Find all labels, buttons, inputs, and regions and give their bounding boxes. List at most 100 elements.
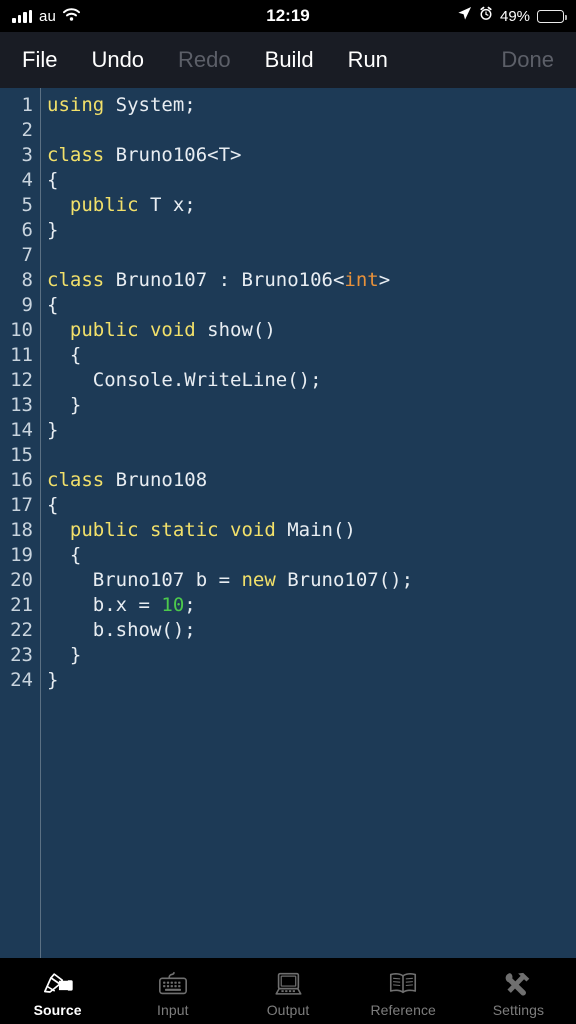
open-book-icon [387,969,419,999]
battery-icon [537,9,568,23]
status-bar-right: 49% [310,6,568,26]
code-line: public void show() [47,318,576,343]
code-token: 10 [161,594,185,616]
line-number: 19 [10,544,33,566]
code-token: public void [69,319,196,341]
code-editor[interactable]: 1 2 3 4 5 6 7 8 9 10 11 12 13 14 15 16 17 18 19 20 21 22 23 24 … [0,88,576,958]
app-screen: au 12:19 49% File Undo Redo Build Run Do… [0,0,576,1024]
signal-bars-icon [12,9,32,23]
code-token: { [47,169,59,191]
code-line: b.show(); [47,618,576,643]
tab-label: Settings [492,1001,545,1018]
line-number: 16 [10,469,33,491]
line-number: 8 [21,269,33,291]
line-number: 4 [21,169,33,191]
code-line: Console.WriteLine(); [47,368,576,393]
code-token: public static void [69,519,276,541]
line-number: 6 [21,219,33,241]
code-token: Main() [275,519,356,541]
code-token: Bruno108 [104,469,208,491]
code-token: { [47,344,82,366]
code-token: Bruno107(); [275,569,414,591]
redo-button[interactable]: Redo [178,47,231,73]
location-arrow-icon [457,6,472,26]
status-bar-left: au [12,6,266,26]
battery-percent-label: 49% [499,7,531,25]
tab-label: Output [266,1001,310,1018]
line-number: 24 [10,669,33,691]
tab-source[interactable]: Source [0,958,115,1024]
code-line: public static void Main() [47,518,576,543]
code-line: { [47,493,576,518]
tab-label: Source [33,1001,82,1018]
line-number: 17 [10,494,33,516]
code-token: int [344,269,379,291]
code-token: class [47,269,105,291]
editor-toolbar: File Undo Redo Build Run Done [0,32,576,88]
code-line: { [47,543,576,568]
code-line: b.x = 10; [47,593,576,618]
code-token: public [69,194,139,216]
line-number: 15 [10,444,33,466]
tab-reference[interactable]: Reference [346,958,461,1024]
status-bar: au 12:19 49% [0,0,576,32]
computer-monitor-icon [272,969,304,999]
line-number: 20 [10,569,33,591]
code-line: Bruno107 b = new Bruno107(); [47,568,576,593]
tab-label: Reference [370,1001,436,1018]
code-line: { [47,293,576,318]
line-number: 23 [10,644,33,666]
undo-button[interactable]: Undo [91,47,144,73]
source-code-area[interactable]: using System; class Bruno106<T>{ public … [41,93,576,958]
line-number: 3 [21,144,33,166]
code-token: } [47,644,82,666]
code-token: System; [104,94,196,116]
tab-output[interactable]: Output [230,958,345,1024]
line-number: 12 [10,369,33,391]
code-token: show() [195,319,276,341]
code-token: Bruno107 b = [47,569,242,591]
code-line: } [47,393,576,418]
keyboard-icon [157,969,189,999]
code-token: } [47,219,59,241]
wifi-icon [63,6,81,26]
code-token: > [378,269,391,291]
code-token: T x; [138,194,196,216]
run-button[interactable]: Run [348,47,388,73]
tab-input[interactable]: Input [115,958,230,1024]
code-token: { [47,494,59,516]
code-token: class [47,144,105,166]
code-token: Console.WriteLine(); [47,369,322,391]
code-token: { [47,294,59,316]
line-number: 21 [10,594,33,616]
code-token: b.x = [47,594,162,616]
code-line: } [47,668,576,693]
code-token: b.show(); [47,619,196,641]
line-number: 22 [10,619,33,641]
carrier-label: au [39,7,57,25]
build-button[interactable]: Build [265,47,314,73]
tab-settings[interactable]: Settings [461,958,576,1024]
line-number: 7 [21,244,33,266]
code-line: } [47,218,576,243]
code-token: Bruno107 : Bruno106< [104,269,345,291]
bottom-tab-bar: Source Input Output Reference Settings [0,958,576,1024]
code-token: class [47,469,105,491]
line-number: 10 [10,319,33,341]
line-number: 1 [21,94,33,116]
code-line: class Bruno106<T> [47,143,576,168]
done-button[interactable]: Done [501,47,554,73]
line-number: 14 [10,419,33,441]
code-token: Bruno106<T> [104,144,242,166]
line-number: 13 [10,394,33,416]
code-line: { [47,343,576,368]
code-line: class Bruno107 : Bruno106<int> [47,268,576,293]
line-number: 2 [21,119,33,141]
file-button[interactable]: File [22,47,57,73]
code-line: using System; [47,93,576,118]
